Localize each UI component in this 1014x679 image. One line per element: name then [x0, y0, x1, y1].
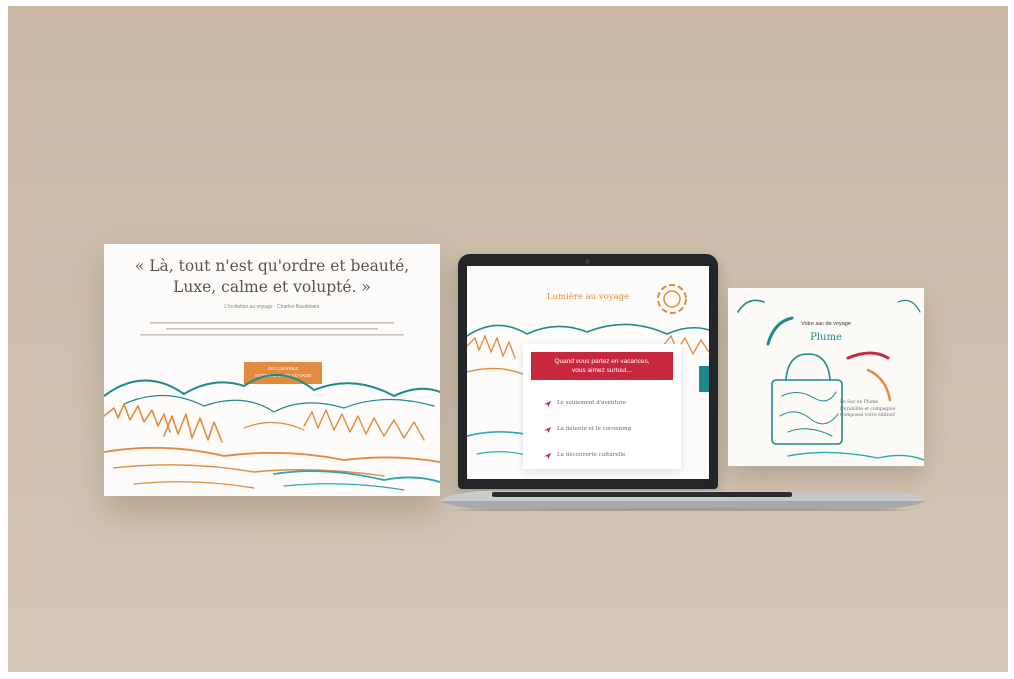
- quote-line-2: Luxe, calme et volupté. »: [173, 278, 371, 296]
- option-label: Le seulement d'aventure: [557, 400, 627, 406]
- quiz-option-culture[interactable]: La découverte culturelle: [543, 442, 675, 468]
- result-label: Votre sac de voyage: [801, 321, 851, 327]
- mockup-scene: « Là, tout n'est qu'ordre et beauté, Lux…: [8, 6, 1008, 672]
- plane-icon: [543, 426, 552, 433]
- hero-quote: « Là, tout n'est qu'ordre et beauté, Lux…: [118, 256, 426, 298]
- intro-text-lines: [136, 320, 408, 348]
- laptop-screen: Lumière au voyage Quand vous partez en v…: [467, 266, 709, 479]
- option-label: La découverte culturelle: [557, 452, 626, 458]
- laptop-base: [440, 491, 926, 511]
- quote-source: L'Invitation au voyage · Charles Baudela…: [224, 304, 320, 310]
- bag-result-card: Votre sac de voyage Plume Le Sac en Plum…: [728, 288, 924, 466]
- bag-illustration: [737, 299, 924, 461]
- banner-line-2: vous aimez surtout...: [572, 367, 632, 374]
- result-info: Le Sac en Plume Durabilité et compagnie …: [840, 400, 920, 420]
- plane-icon: [543, 400, 552, 407]
- quiz-option-adventure[interactable]: Le seulement d'aventure: [543, 390, 675, 416]
- plane-icon: [543, 452, 552, 459]
- side-tab[interactable]: [699, 366, 709, 392]
- result-bag-name: Plume: [810, 332, 842, 343]
- landing-page-card: « Là, tout n'est qu'ordre et beauté, Lux…: [104, 244, 440, 496]
- quiz-question-banner: Quand vous partez en vacances, vous aime…: [531, 352, 673, 380]
- quote-line-1: « Là, tout n'est qu'ordre et beauté,: [134, 257, 410, 275]
- quiz-options-list: Le seulement d'aventure La détente et le…: [543, 390, 675, 468]
- option-label: La détente et le cocooning: [557, 426, 632, 432]
- laptop-display: Lumière au voyage Quand vous partez en v…: [458, 254, 718, 489]
- intro-text-placeholder: [140, 322, 404, 336]
- webcam-dot: [585, 259, 590, 264]
- info-line-3: Composez votre édition!: [840, 413, 896, 418]
- travel-quiz-modal: Quand vous partez en vacances, vous aime…: [523, 344, 681, 469]
- banner-line-1: Quand vous partez en vacances,: [554, 358, 650, 365]
- compass-badge-icon: [657, 284, 687, 314]
- mountain-lake-illustration: [104, 374, 440, 491]
- quiz-option-relaxation[interactable]: La détente et le cocooning: [543, 416, 675, 442]
